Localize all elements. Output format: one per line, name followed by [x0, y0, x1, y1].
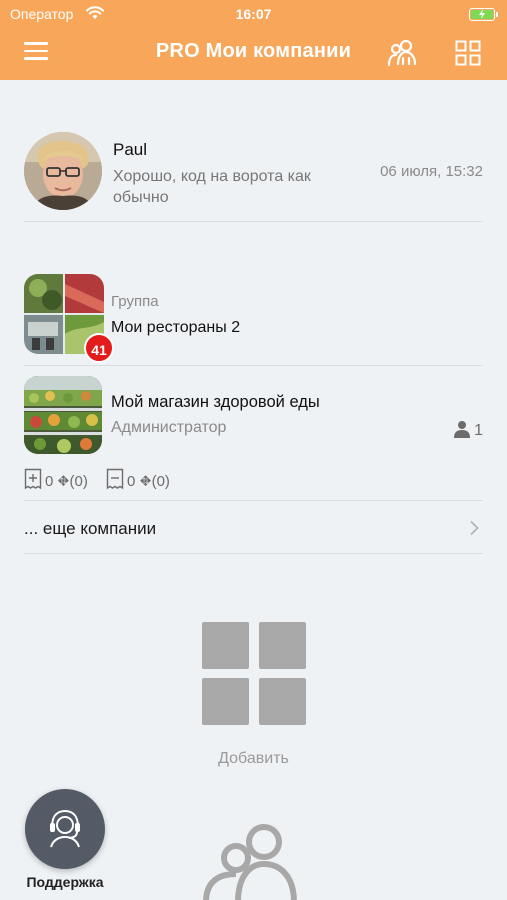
people-placeholder-icon [203, 824, 297, 900]
status-bar: Оператор 16:07 [0, 4, 507, 26]
shop-thumbnail [24, 376, 102, 454]
income-count: 0 [45, 473, 54, 490]
percent-icon: ⛖ [57, 473, 70, 490]
nav-bar: PRO Мои компании [0, 30, 507, 76]
receipt-plus-icon [24, 468, 42, 490]
headset-icon [50, 809, 80, 848]
add-company-icon[interactable] [200, 620, 308, 728]
members-count-value: 1 [474, 422, 483, 439]
user-icon [454, 421, 471, 438]
company-name: Мой магазин здоровой еды [111, 393, 320, 411]
message-timestamp: 06 июля, 15:32 [380, 163, 483, 180]
support-button[interactable] [25, 789, 105, 869]
chat-list-item[interactable]: Paul Хорошо, код на ворота как обычно 06… [0, 110, 507, 220]
divider [24, 553, 483, 554]
contact-name: Paul [113, 140, 148, 159]
expense-count: 0 [127, 473, 136, 490]
company-type-label: Группа [111, 293, 159, 310]
people-icon[interactable] [386, 38, 418, 68]
avatar [24, 132, 102, 210]
receipt-minus-icon [106, 468, 124, 490]
more-companies-row[interactable]: ... еще компании [0, 510, 507, 548]
income-discount: (0) [69, 473, 88, 490]
add-company-label[interactable]: Добавить [0, 750, 507, 768]
chevron-right-icon [470, 520, 479, 536]
expense-discount: (0) [151, 473, 170, 490]
divider [24, 500, 483, 501]
company-list-item-group[interactable]: 41 Группа Мои рестораны 2 [0, 270, 507, 364]
shop-stats: 0 ⛖(0) 0 ⛖(0) [24, 468, 184, 490]
members-count: 1 [453, 420, 483, 440]
top-bar: Оператор 16:07 PRO Мои компании [0, 0, 507, 80]
divider [24, 221, 483, 222]
income-stat[interactable]: 0 ⛖(0) [24, 468, 88, 490]
company-list-item-shop[interactable]: Мой магазин здоровой еды Администратор 1 [0, 372, 507, 454]
support-label: Поддержка [26, 874, 104, 890]
grid-icon[interactable] [455, 40, 481, 66]
company-name: Мои рестораны 2 [111, 319, 241, 336]
last-message: Хорошо, код на ворота как обычно [113, 168, 311, 206]
user-role-label: Администратор [111, 419, 227, 436]
divider [24, 365, 483, 366]
battery-icon [469, 8, 498, 21]
unread-badge: 41 [84, 333, 114, 363]
expense-stat[interactable]: 0 ⛖(0) [106, 468, 170, 490]
percent-icon: ⛖ [139, 473, 152, 490]
more-companies-label: ... еще компании [24, 519, 157, 538]
clock: 16:07 [235, 6, 272, 22]
page-title: PRO Мои компании [155, 40, 352, 62]
